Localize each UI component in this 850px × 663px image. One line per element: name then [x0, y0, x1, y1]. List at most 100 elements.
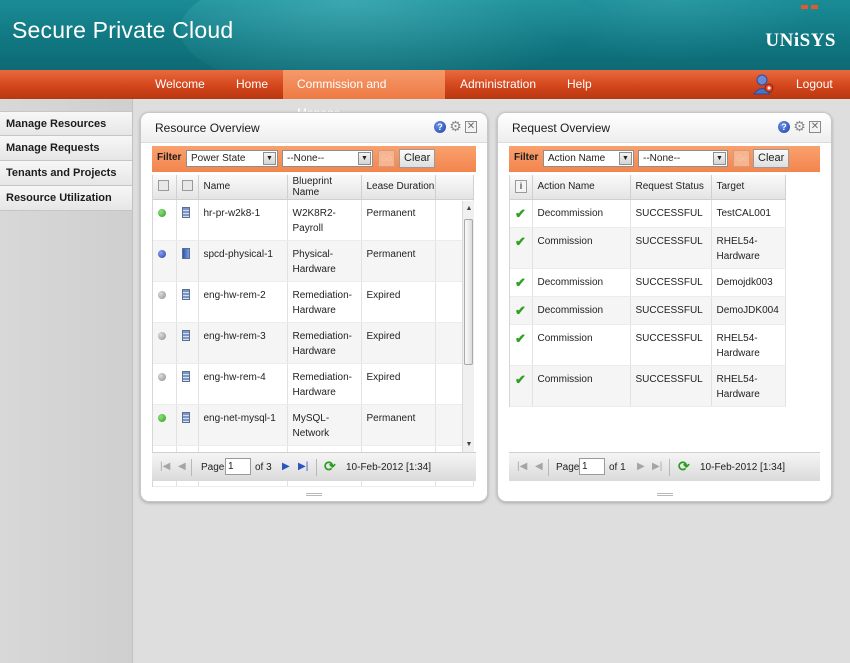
go-button[interactable]: Go: [378, 150, 395, 167]
info-icon: i: [515, 180, 527, 194]
action-name[interactable]: Commission: [532, 324, 631, 366]
filter-label: Filter: [514, 152, 539, 163]
status-column-header[interactable]: [153, 175, 177, 200]
column-header-name[interactable]: Name: [198, 175, 288, 200]
page-number-input[interactable]: 1: [579, 458, 605, 475]
table-row[interactable]: spcd-physical-1 Physical-Hardware Permanen…: [153, 240, 474, 282]
clear-button[interactable]: Clear: [399, 149, 436, 168]
table-row[interactable]: ✔ Commission SUCCESSFUL RHEL54-Hardware: [510, 227, 786, 269]
status-green-icon: [158, 413, 166, 422]
gear-icon[interactable]: ⚙: [449, 119, 462, 133]
chevron-down-icon[interactable]: ▼: [263, 152, 276, 165]
table-row[interactable]: eng-hw-rem-4 Remediation-Hardware Expired: [153, 363, 474, 405]
resize-grip[interactable]: [306, 493, 322, 497]
table-row[interactable]: ✔ Commission SUCCESSFUL RHEL54-Hardware: [510, 324, 786, 366]
user-settings-icon[interactable]: [752, 73, 776, 95]
status-cell: ✔: [510, 199, 533, 228]
type-column-header[interactable]: [176, 175, 199, 200]
sidebar-item-tenants-and-projects[interactable]: Tenants and Projects: [0, 161, 132, 186]
info-column-header[interactable]: i: [510, 175, 533, 200]
status-cell: [153, 240, 177, 282]
nav-administration[interactable]: Administration: [446, 70, 550, 99]
scroll-up-icon[interactable]: ▲: [463, 203, 475, 215]
close-icon[interactable]: ✕: [465, 120, 477, 133]
help-icon[interactable]: ?: [778, 120, 790, 133]
table-row[interactable]: eng-hw-rem-3 Remediation-Hardware Expired: [153, 322, 474, 364]
filter-value-select[interactable]: --None-- ▼: [638, 150, 728, 167]
sidebar-item-resource-utilization[interactable]: Resource Utilization: [0, 186, 132, 211]
filter-bar: Filter Action Name ▼ --None-- ▼ Go Clear: [509, 146, 820, 172]
filter-field-value: Power State: [191, 153, 246, 164]
resource-name[interactable]: eng-hw-rem-3: [198, 322, 288, 364]
nav-commission-and-manage[interactable]: Commission and Manage: [283, 70, 445, 120]
column-header-status[interactable]: Request Status: [630, 175, 712, 200]
clear-button[interactable]: Clear: [753, 149, 790, 168]
table-row[interactable]: ✔ Commission SUCCESSFUL RHEL54-Hardware: [510, 365, 786, 407]
resource-name[interactable]: eng-net-mysql-1: [198, 404, 288, 446]
table-row[interactable]: ✔ Decommission SUCCESSFUL TestCAL001: [510, 199, 786, 228]
last-page-icon[interactable]: ▶|: [298, 461, 308, 472]
close-icon[interactable]: ✕: [809, 120, 821, 133]
refresh-icon[interactable]: ⟳: [324, 459, 338, 473]
action-name[interactable]: Decommission: [532, 199, 631, 228]
next-page-icon[interactable]: ▶: [282, 461, 290, 472]
action-name[interactable]: Decommission: [532, 268, 631, 297]
action-name[interactable]: Decommission: [532, 296, 631, 325]
resource-name[interactable]: spcd-physical-1: [198, 240, 288, 282]
nav-help[interactable]: Help: [553, 70, 606, 99]
pager: |◀ ◀ Page 1 of 3 ▶ ▶| ⟳ 10-Feb-2012 [1:3…: [152, 452, 476, 481]
table-row[interactable]: hr-pr-w2k8-1 W2K8R2-Payroll Permanent: [153, 199, 474, 241]
scrollbar-thumb[interactable]: [464, 219, 473, 365]
resize-grip[interactable]: [656, 493, 673, 497]
filter-field-select[interactable]: Action Name ▼: [543, 150, 634, 167]
table-row[interactable]: ✔ Decommission SUCCESSFUL DemoJDK004: [510, 296, 786, 325]
last-page-icon[interactable]: ▶|: [652, 461, 662, 472]
next-page-icon[interactable]: ▶: [637, 461, 645, 472]
action-name[interactable]: Commission: [532, 365, 631, 407]
sidebar-item-manage-requests[interactable]: Manage Requests: [0, 136, 132, 161]
status-grey-icon: [158, 331, 166, 340]
nav-welcome[interactable]: Welcome: [141, 70, 219, 99]
scroll-down-icon[interactable]: ▼: [463, 439, 475, 451]
first-page-icon[interactable]: |◀: [517, 461, 527, 472]
status-cell: [153, 199, 177, 241]
nav-home[interactable]: Home: [222, 70, 282, 99]
chevron-down-icon[interactable]: ▼: [713, 152, 726, 165]
filter-field-select[interactable]: Power State ▼: [186, 150, 278, 167]
refresh-icon[interactable]: ⟳: [678, 459, 692, 473]
gear-icon[interactable]: ⚙: [793, 119, 806, 133]
prev-page-icon[interactable]: ◀: [535, 461, 543, 472]
action-name[interactable]: Commission: [532, 227, 631, 269]
page-number-input[interactable]: 1: [225, 458, 251, 475]
column-header-lease[interactable]: Lease Duration: [361, 175, 436, 200]
table-row[interactable]: ✔ Decommission SUCCESSFUL Demojdk003: [510, 268, 786, 297]
status-cell: ✔: [510, 324, 533, 366]
chevron-down-icon[interactable]: ▼: [358, 152, 371, 165]
go-button[interactable]: Go: [733, 150, 750, 167]
chevron-down-icon[interactable]: ▼: [619, 152, 632, 165]
request-status: SUCCESSFUL: [630, 365, 712, 407]
prev-page-icon[interactable]: ◀: [178, 461, 186, 472]
table-row[interactable]: eng-hw-rem-2 Remediation-Hardware Expired: [153, 281, 474, 323]
status-cell: [153, 281, 177, 323]
lease-duration: Expired: [361, 281, 436, 323]
resource-name[interactable]: hr-pr-w2k8-1: [198, 199, 288, 241]
column-header-action[interactable]: Action Name: [532, 175, 631, 200]
sidebar-item-manage-resources[interactable]: Manage Resources: [0, 111, 132, 136]
resource-name[interactable]: eng-hw-rem-2: [198, 281, 288, 323]
column-header-target[interactable]: Target: [711, 175, 786, 200]
resource-name[interactable]: eng-hw-rem-4: [198, 363, 288, 405]
app-header: Secure Private Cloud UNiSYS: [0, 0, 850, 70]
table-row[interactable]: eng-net-mysql-1 MySQL-Network Permanent: [153, 404, 474, 446]
logout-button[interactable]: Logout: [786, 70, 843, 99]
pager-separator: [548, 459, 549, 476]
vertical-scrollbar[interactable]: ▲ ▼: [462, 201, 474, 453]
type-cell: [176, 281, 199, 323]
help-icon[interactable]: ?: [434, 120, 446, 133]
column-header-blueprint[interactable]: Blueprint Name: [287, 175, 362, 200]
type-header-icon: [181, 179, 193, 191]
filter-value-select[interactable]: --None-- ▼: [282, 150, 373, 167]
first-page-icon[interactable]: |◀: [160, 461, 170, 472]
request-status: SUCCESSFUL: [630, 227, 712, 269]
blueprint-name: Remediation-Hardware: [287, 322, 362, 364]
